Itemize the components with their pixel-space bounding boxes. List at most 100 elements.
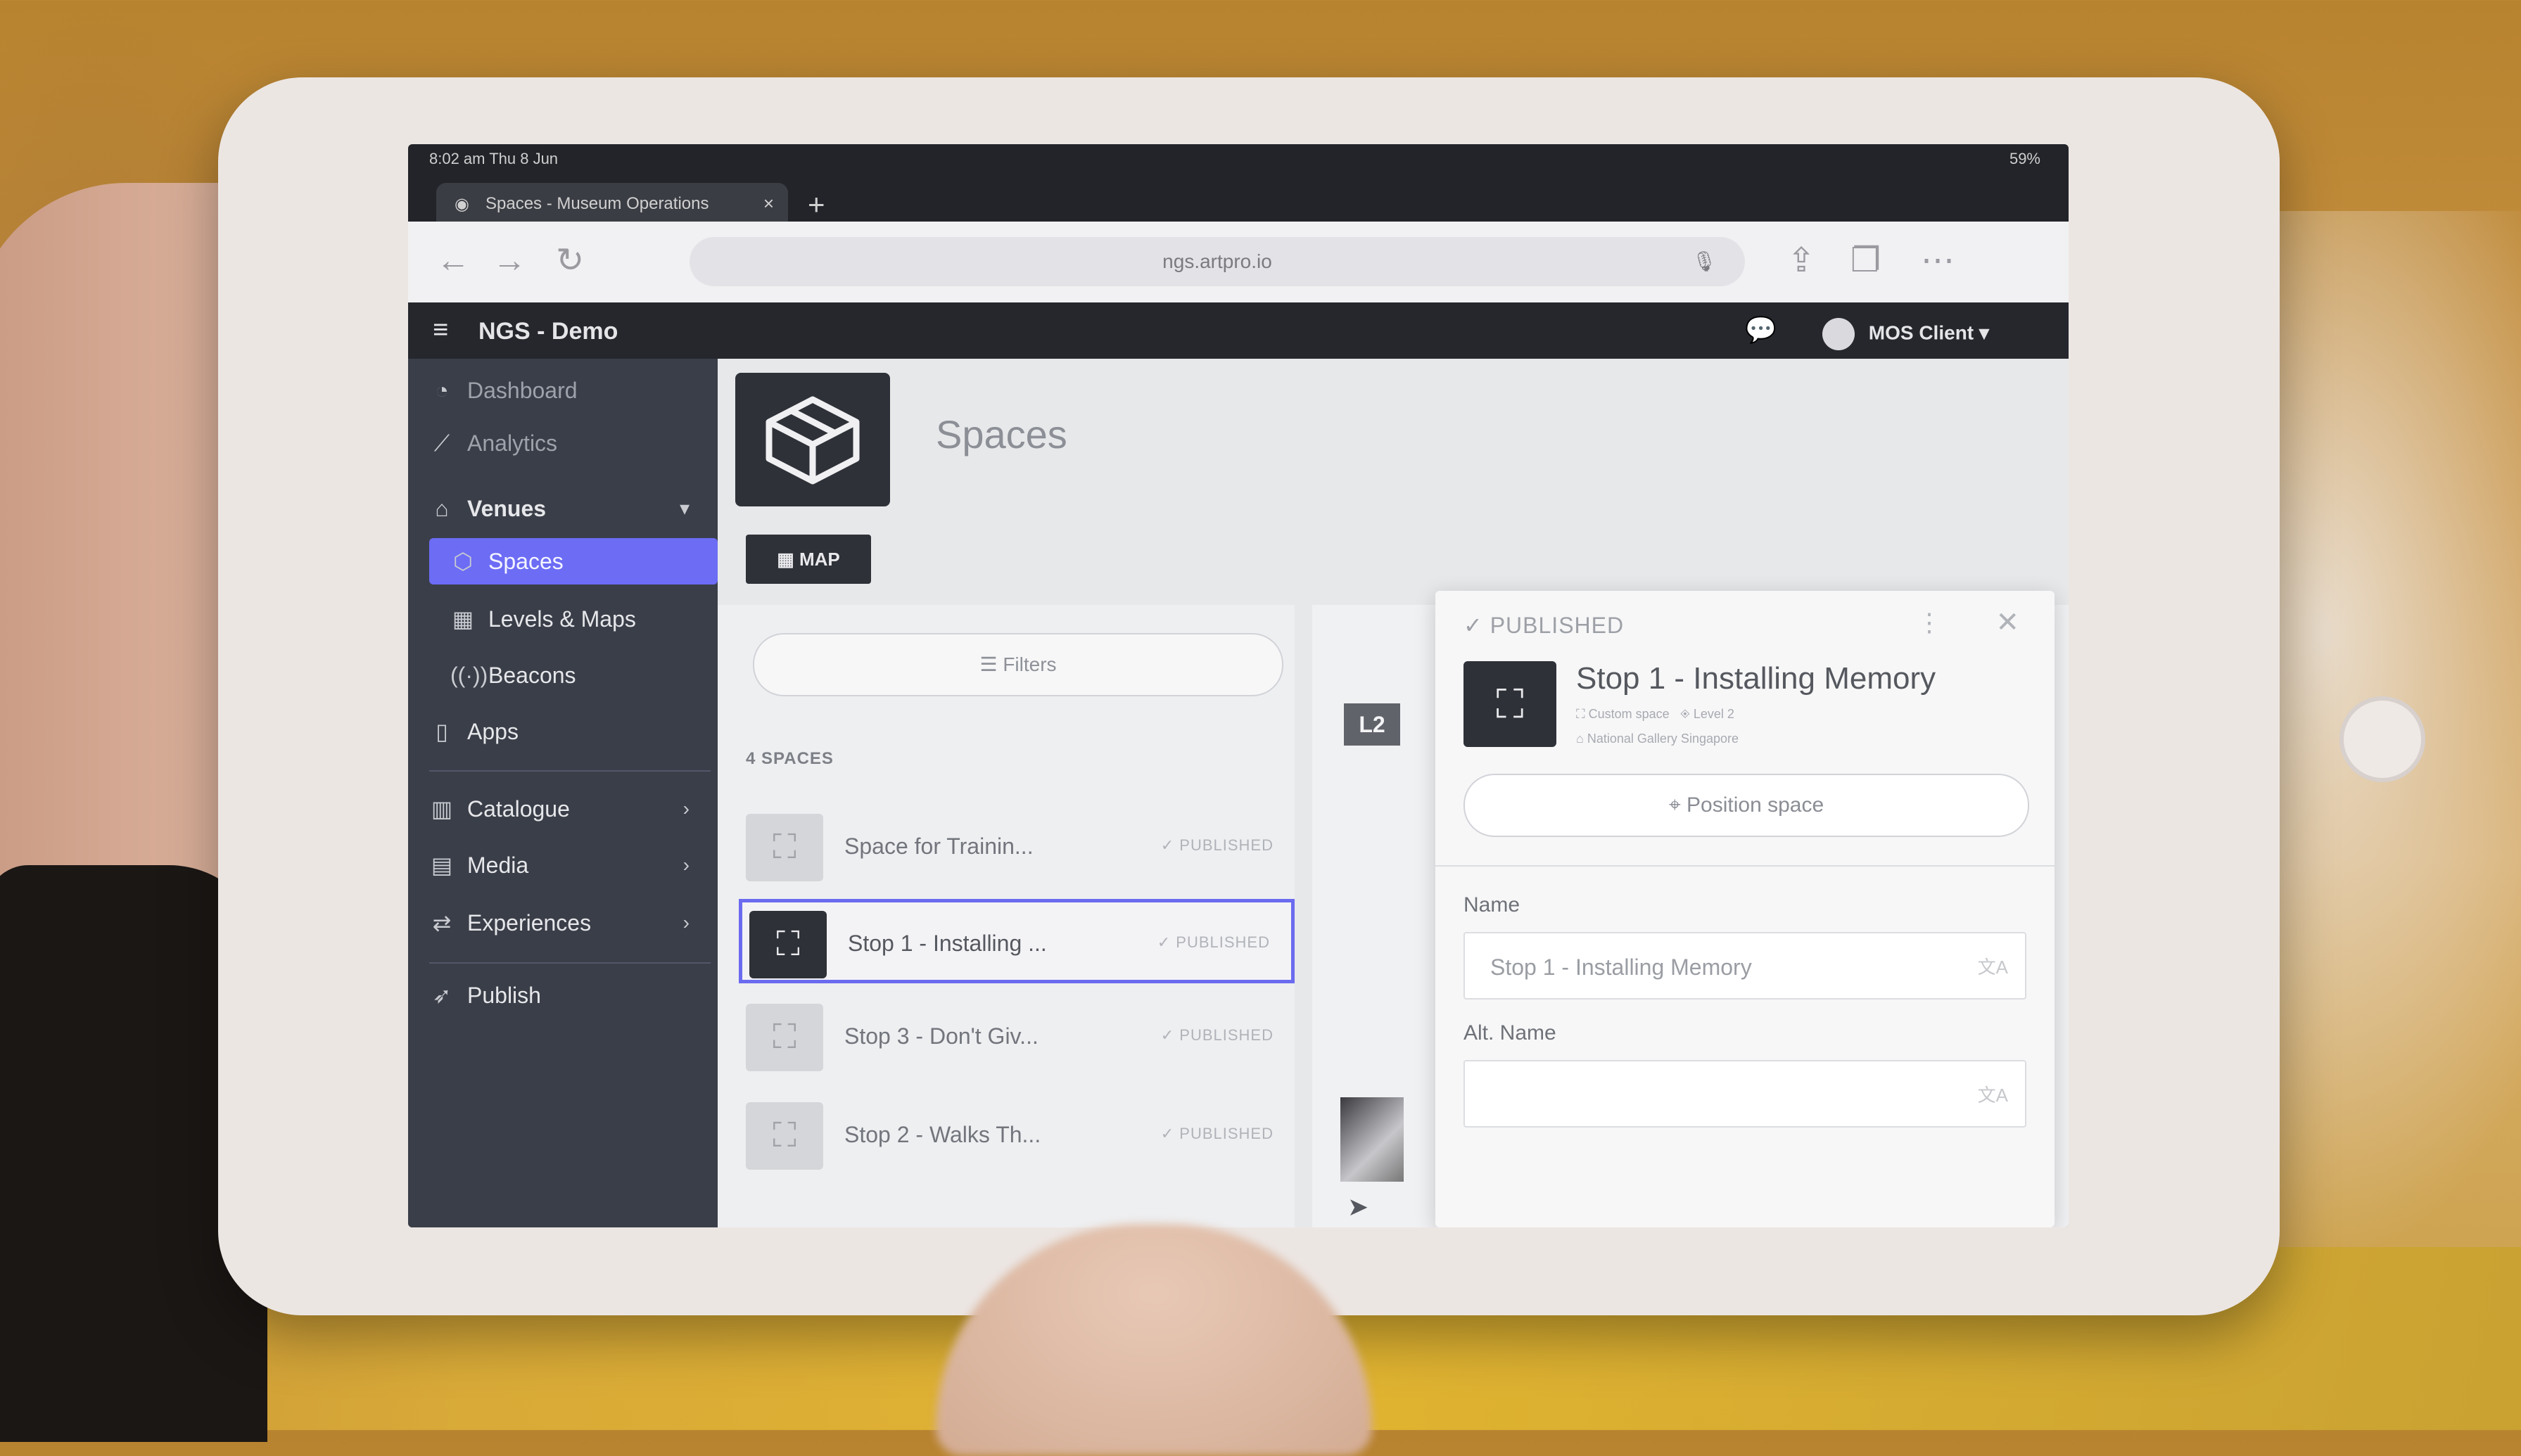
- microphone-icon[interactable]: 🎙: [1691, 237, 1717, 286]
- url-bar[interactable]: ngs.artpro.io 🎙: [690, 237, 1745, 286]
- space-name: Stop 2 - Walks Th...: [844, 1122, 1041, 1147]
- reload-icon[interactable]: ↻: [556, 241, 584, 281]
- venue-icon: ⌂: [1576, 732, 1587, 746]
- more-icon[interactable]: ⋯: [1921, 241, 1955, 281]
- chevron-down-icon[interactable]: ▾: [680, 484, 690, 533]
- share-icon[interactable]: ⇪: [1787, 241, 1815, 281]
- space-icon: ⛶: [746, 814, 823, 881]
- space-name: Stop 1 - Installing ...: [848, 931, 1047, 956]
- new-tab-button[interactable]: +: [808, 188, 825, 222]
- main-content: Spaces ▦ MAP ☰ Filters 4 SPACES ⛶ Space …: [718, 359, 2069, 1227]
- close-tab-icon[interactable]: ×: [763, 193, 774, 215]
- browser-tab-strip: ◉ Spaces - Museum Operations × +: [408, 172, 2069, 224]
- sidebar-item-dashboard[interactable]: ◔ Dashboard: [429, 366, 577, 415]
- list-item[interactable]: ⛶ Space for Trainin... ✓ PUBLISHED: [739, 805, 1295, 890]
- browser-tab[interactable]: ◉ Spaces - Museum Operations ×: [436, 183, 788, 224]
- filter-icon: ☰: [979, 653, 1003, 675]
- chat-icon[interactable]: 💬: [1745, 315, 1777, 345]
- detail-status: ✓ PUBLISHED: [1463, 613, 1625, 638]
- space-icon: ⛶: [1463, 661, 1556, 747]
- status-badge: ✓ PUBLISHED: [1157, 933, 1270, 951]
- hamburger-menu-icon[interactable]: ≡: [433, 315, 448, 345]
- status-time: 8:02 am Thu 8 Jun: [429, 150, 559, 167]
- tab-title: Spaces - Museum Operations: [485, 194, 709, 213]
- chevron-right-icon[interactable]: ›: [683, 898, 690, 947]
- alt-name-label: Alt. Name: [1463, 1021, 1556, 1045]
- more-options-icon[interactable]: ⋮: [1917, 608, 1942, 637]
- back-arrow-icon[interactable]: ←: [436, 241, 470, 281]
- space-detail-panel: ✓ PUBLISHED ⋮ ✕ ⛶ Stop 1 - Installing Me…: [1435, 591, 2055, 1227]
- level-selector[interactable]: L2: [1344, 703, 1400, 746]
- close-icon[interactable]: ✕: [1995, 606, 2019, 639]
- chevron-right-icon[interactable]: ›: [683, 841, 690, 890]
- space-icon: ⛶: [749, 911, 827, 978]
- battery-level: 59%: [2009, 150, 2040, 167]
- space-icon: ⛶: [746, 1004, 823, 1071]
- book-icon: ▥: [431, 796, 453, 822]
- page-title: Spaces: [936, 412, 1067, 456]
- detail-venue: ⌂ National Gallery Singapore: [1576, 732, 1739, 746]
- url-text: ngs.artpro.io: [1162, 250, 1272, 272]
- sidebar-item-beacons[interactable]: ((·))Beacons: [450, 651, 576, 700]
- sidebar-item-venues[interactable]: ⌂ Venues: [429, 484, 546, 533]
- check-icon: ✓: [1160, 1026, 1180, 1044]
- space-icon: ⛶: [746, 1102, 823, 1170]
- tabs-icon[interactable]: ❐: [1850, 241, 1881, 281]
- sidebar-item-levels-maps[interactable]: ▦ Levels & Maps: [450, 594, 636, 644]
- user-name: MOS Client: [1868, 321, 1974, 344]
- browser-toolbar: ← → ↻ ngs.artpro.io 🎙 ⇪ ❐ ⋯: [408, 222, 2069, 302]
- media-icon: ▤: [431, 852, 453, 878]
- custom-space-icon: ⛶: [1576, 707, 1589, 721]
- chevron-right-icon[interactable]: ›: [683, 784, 690, 834]
- detail-title: Stop 1 - Installing Memory: [1576, 661, 1936, 696]
- tablet-screen: 8:02 am Thu 8 Jun 59% ◉ Spaces - Museum …: [408, 144, 2069, 1227]
- publish-icon: ➶: [432, 983, 452, 1008]
- detail-meta: ⛶ Custom space ◈ Level 2: [1576, 707, 1734, 721]
- sidebar-item-media[interactable]: ▤ Media: [429, 841, 528, 890]
- forward-arrow-icon[interactable]: →: [493, 241, 526, 281]
- chart-icon: ⟋: [433, 430, 450, 456]
- sidebar-item-catalogue[interactable]: ▥ Catalogue: [429, 784, 570, 834]
- dashboard-icon: ◔: [435, 378, 449, 403]
- phone-icon: ▯: [436, 719, 448, 744]
- divider: [1435, 865, 2055, 867]
- navigation-arrow-icon[interactable]: ➤: [1347, 1192, 1369, 1222]
- filters-button[interactable]: ☰ Filters: [753, 633, 1283, 696]
- check-icon: ✓: [1160, 836, 1180, 854]
- name-field[interactable]: Stop 1 - Installing Memory 文A: [1463, 932, 2026, 1000]
- location-icon: ⌖: [1668, 793, 1687, 817]
- sidebar-item-analytics[interactable]: ⟋ Analytics: [429, 419, 557, 468]
- translate-icon[interactable]: 文A: [1978, 1061, 2008, 1129]
- chevron-down-icon: ▾: [1979, 321, 1989, 344]
- sidebar-item-apps[interactable]: ▯ Apps: [429, 707, 519, 756]
- list-item-selected[interactable]: ⛶ Stop 1 - Installing ... ✓ PUBLISHED: [739, 899, 1295, 983]
- spaces-list-panel: ☰ Filters 4 SPACES ⛶ Space for Trainin..…: [718, 605, 1295, 1227]
- avatar: [1822, 318, 1855, 350]
- sidebar-item-publish[interactable]: ➶ Publish: [429, 971, 541, 1020]
- status-bar: 8:02 am Thu 8 Jun 59%: [408, 144, 2069, 172]
- spaces-icon: ⬡: [453, 549, 473, 574]
- sidebar-item-experiences[interactable]: ⇄ Experiences: [429, 898, 592, 947]
- name-label: Name: [1463, 893, 1520, 917]
- home-button[interactable]: [2339, 696, 2425, 782]
- user-menu[interactable]: MOS Client ▾: [1822, 318, 1989, 350]
- list-item[interactable]: ⛶ Stop 2 - Walks Th... ✓ PUBLISHED: [739, 1094, 1295, 1178]
- sidebar-item-spaces[interactable]: ⬡ Spaces: [429, 538, 718, 585]
- levels-icon: ▦: [452, 606, 474, 632]
- sidebar-divider: [429, 962, 711, 964]
- position-space-button[interactable]: ⌖ Position space: [1463, 774, 2029, 837]
- translate-icon[interactable]: 文A: [1978, 933, 2008, 1001]
- list-item[interactable]: ⛶ Stop 3 - Don't Giv... ✓ PUBLISHED: [739, 995, 1295, 1080]
- level-icon: ◈: [1679, 707, 1694, 721]
- map-thumbnail[interactable]: [1340, 1097, 1404, 1182]
- status-badge: ✓ PUBLISHED: [1160, 836, 1274, 854]
- map-button[interactable]: ▦ MAP: [746, 535, 871, 584]
- sidebar-divider: [429, 770, 711, 772]
- alt-name-field[interactable]: 文A: [1463, 1060, 2026, 1128]
- space-name: Stop 3 - Don't Giv...: [844, 1023, 1039, 1049]
- route-icon: ⇄: [432, 910, 452, 935]
- beacon-icon: ((·)): [450, 663, 488, 688]
- space-name: Space for Trainin...: [844, 834, 1034, 859]
- check-icon: ✓: [1160, 1125, 1180, 1142]
- sidebar: ◔ Dashboard ⟋ Analytics ⌂ Venues ▾ ⬡ Spaces …: [408, 359, 718, 1227]
